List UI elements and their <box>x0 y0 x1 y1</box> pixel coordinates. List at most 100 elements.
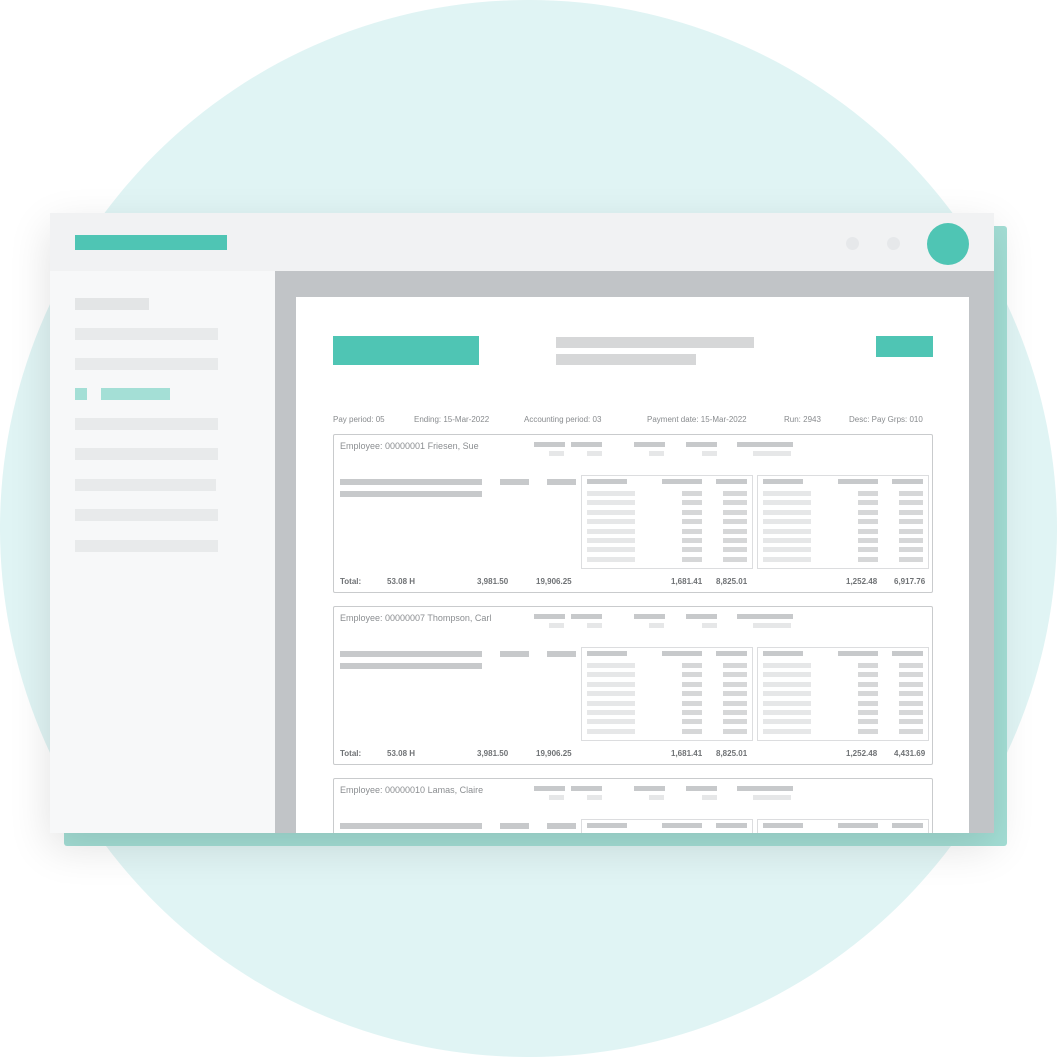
table-header-placeholder <box>662 823 702 828</box>
table-header-placeholder <box>838 823 878 828</box>
sidebar-item[interactable] <box>75 328 218 340</box>
table-row-label <box>587 700 635 706</box>
report-subtitle-placeholder <box>556 354 696 365</box>
table-header-placeholder <box>587 651 627 656</box>
table-row-value <box>899 710 923 715</box>
taxes-table <box>757 819 929 833</box>
table-row-label <box>587 663 635 668</box>
table-row-value <box>899 538 923 543</box>
table-row-label <box>763 663 811 668</box>
column-subheader-placeholder <box>753 795 791 800</box>
column-header-placeholder <box>634 786 665 791</box>
table-row-value <box>858 491 878 496</box>
sidebar-item[interactable] <box>75 448 218 460</box>
notification-icon[interactable] <box>846 237 859 250</box>
column-header-placeholder <box>534 614 565 619</box>
table-row-value <box>682 500 702 506</box>
table-row-label <box>763 691 811 697</box>
table-row-label <box>587 509 635 515</box>
sidebar-item[interactable] <box>75 509 218 521</box>
employee-card[interactable]: Employee: 00000010 Lamas, Claire <box>333 778 933 833</box>
total-hours: 53.08 H <box>387 577 416 586</box>
table-row-value <box>899 556 923 562</box>
sidebar-item[interactable] <box>75 479 216 491</box>
table-header-placeholder <box>763 479 803 484</box>
table-row-value <box>682 672 702 678</box>
table-row-value <box>899 509 923 515</box>
table-row-value <box>723 500 747 506</box>
table-row-label <box>763 547 811 553</box>
table-row-label <box>587 547 635 553</box>
table-row-label <box>763 509 811 515</box>
total-label: Total: <box>340 577 362 586</box>
table-row-value <box>899 728 923 734</box>
table-row-value <box>899 547 923 553</box>
table-row-value <box>899 663 923 668</box>
table-row-value <box>858 547 878 553</box>
table-header-placeholder <box>838 651 878 656</box>
table-row-value <box>682 700 702 706</box>
total-value: 8,825.01 <box>716 577 748 586</box>
table-row-value <box>723 556 747 562</box>
table-row-value <box>723 719 747 725</box>
column-header-placeholder <box>634 614 665 619</box>
earnings-row-placeholder <box>500 651 529 657</box>
user-avatar-icon[interactable] <box>927 223 969 265</box>
employee-card[interactable]: Employee: 00000001 Friesen, Sue Total: 53.… <box>333 434 933 593</box>
help-icon[interactable] <box>887 237 900 250</box>
total-value: 1,252.48 <box>846 749 878 758</box>
column-header-placeholder <box>737 442 793 447</box>
table-row-value <box>899 491 923 496</box>
column-subheader-placeholder <box>587 795 602 800</box>
table-row-value <box>858 500 878 506</box>
sidebar-item[interactable] <box>75 418 218 430</box>
payment-date: Payment date: 15-Mar-2022 <box>647 415 747 424</box>
table-row-value <box>682 663 702 668</box>
table-row-value <box>682 556 702 562</box>
table-row-value <box>858 700 878 706</box>
sidebar-item[interactable] <box>75 540 218 552</box>
total-value: 1,252.48 <box>846 577 878 586</box>
table-row-label <box>587 500 635 506</box>
table-row-label <box>763 528 811 534</box>
deductions-table <box>581 647 753 741</box>
column-subheader-placeholder <box>549 623 564 628</box>
table-header-placeholder <box>716 823 747 828</box>
table-row-value <box>858 710 878 715</box>
title-bar <box>50 213 994 271</box>
table-row-label <box>587 691 635 697</box>
report-action-button[interactable] <box>876 336 933 357</box>
earnings-row-placeholder <box>340 651 482 657</box>
table-row-value <box>723 691 747 697</box>
column-subheader-placeholder <box>587 623 602 628</box>
total-value: 4,431.69 <box>894 749 926 758</box>
table-row-label <box>763 500 811 506</box>
app-logo[interactable] <box>75 235 227 250</box>
table-row-label <box>763 681 811 687</box>
sidebar <box>50 271 275 833</box>
taxes-table <box>757 647 929 741</box>
employee-card[interactable]: Employee: 00000007 Thompson, Carl Total: 5… <box>333 606 933 765</box>
column-header-placeholder <box>534 442 565 447</box>
pay-period: Pay period: 05 <box>333 415 385 424</box>
table-header-placeholder <box>662 479 702 484</box>
earnings-row-placeholder <box>340 491 482 497</box>
table-row-value <box>723 728 747 734</box>
column-header-placeholder <box>686 614 717 619</box>
total-hours: 53.08 H <box>387 749 416 758</box>
report-logo <box>333 336 479 365</box>
sidebar-item[interactable] <box>75 358 218 370</box>
sidebar-item-active[interactable] <box>101 388 170 400</box>
table-row-label <box>763 519 811 525</box>
table-row-value <box>682 538 702 543</box>
table-row-value <box>858 538 878 543</box>
total-value: 6,917.76 <box>894 577 926 586</box>
table-row-value <box>682 710 702 715</box>
table-header-placeholder <box>763 823 803 828</box>
column-header-placeholder <box>571 786 602 791</box>
column-subheader-placeholder <box>587 451 602 456</box>
table-row-value <box>723 538 747 543</box>
taxes-table <box>757 475 929 569</box>
employee-label: Employee: 00000007 Thompson, Carl <box>340 613 492 623</box>
earnings-row-placeholder <box>500 823 529 829</box>
